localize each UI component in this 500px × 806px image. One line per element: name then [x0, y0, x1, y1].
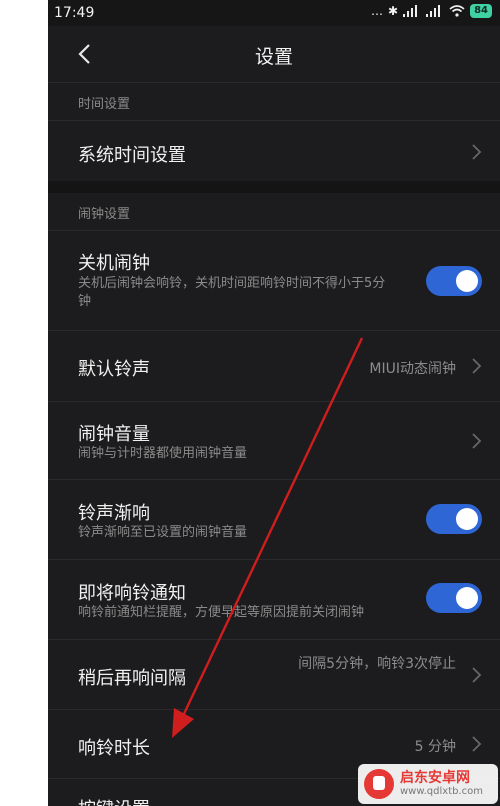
upcoming-notice-label: 即将响铃通知 [78, 583, 186, 604]
chevron-right-icon [472, 667, 482, 683]
poweroff-alarm-toggle[interactable] [426, 266, 482, 296]
default-ringtone-row[interactable]: 默认铃声 MIUI动态闹钟 [48, 331, 500, 401]
ring-duration-value: 5 分钟 [414, 739, 456, 755]
upcoming-notice-toggle[interactable] [426, 583, 482, 613]
signal-dots-icon: … [371, 4, 384, 18]
default-ringtone-value: MIUI动态闹钟 [369, 361, 456, 377]
snooze-interval-value: 间隔5分钟，响铃3次停止 [298, 656, 456, 672]
chevron-right-icon [472, 736, 482, 752]
snooze-interval-label: 稍后再响间隔 [78, 668, 186, 689]
chevron-right-icon [472, 358, 482, 374]
watermark-name: 启东安卓网 [400, 770, 470, 786]
section-alarm-label: 闹钟设置 [78, 207, 131, 222]
chevron-right-icon [472, 144, 482, 160]
bluetooth-icon: ✱ [388, 4, 399, 18]
status-icons: … ✱ 84 [371, 4, 492, 18]
toggle-knob [456, 270, 478, 292]
section-gap [48, 181, 500, 193]
wifi-icon [449, 5, 465, 17]
app-header: 设置 [48, 26, 500, 82]
fade-in-desc: 铃声渐响至已设置的闹钟音量 [78, 525, 248, 540]
chevron-right-icon [472, 433, 482, 449]
fade-in-toggle[interactable] [426, 504, 482, 534]
system-time-label: 系统时间设置 [78, 145, 186, 166]
poweroff-alarm-desc: 关机后闹钟会响铃，关机时间距响铃时间不得小于5分钟 [78, 276, 386, 309]
status-time: 17:49 [54, 5, 95, 21]
poweroff-alarm-label: 关机闹钟 [78, 253, 150, 274]
alarm-volume-row[interactable]: 闹钟音量 闹钟与计时器都使用闹钟音量 [48, 402, 500, 479]
toggle-knob [456, 587, 478, 609]
page-title: 设置 [254, 46, 293, 68]
upcoming-notice-row[interactable]: 即将响铃通知 响铃前通知栏提醒，方便早起等原因提前关闭闹钟 [48, 560, 500, 639]
watermark: 启东安卓网 www.qdlxtb.com [358, 764, 498, 804]
status-bar: 17:49 … ✱ 84 [48, 0, 500, 26]
section-time-label: 时间设置 [78, 97, 131, 112]
fade-in-label: 铃声渐响 [78, 503, 150, 524]
watermark-url: www.qdlxtb.com [400, 786, 483, 797]
alarm-volume-desc: 闹钟与计时器都使用闹钟音量 [78, 446, 248, 461]
header-divider [48, 82, 500, 83]
alarm-volume-label: 闹钟音量 [78, 424, 150, 445]
battery-icon: 84 [470, 4, 492, 18]
default-ringtone-label: 默认铃声 [78, 359, 150, 380]
cell-signal-2-icon [426, 5, 441, 17]
upcoming-notice-desc: 响铃前通知栏提醒，方便早起等原因提前关闭闹钟 [78, 605, 365, 620]
toggle-knob [456, 508, 478, 530]
ring-duration-label: 响铃时长 [78, 738, 150, 759]
button-settings-label: 按键设置 [78, 795, 150, 806]
cell-signal-icon [403, 5, 418, 17]
poweroff-alarm-row[interactable]: 关机闹钟 关机后闹钟会响铃，关机时间距响铃时间不得小于5分钟 [48, 231, 500, 330]
fade-in-row[interactable]: 铃声渐响 铃声渐响至已设置的闹钟音量 [48, 480, 500, 559]
watermark-logo-icon [364, 769, 394, 799]
system-time-row[interactable]: 系统时间设置 [48, 121, 500, 181]
snooze-interval-row[interactable]: 稍后再响间隔 间隔5分钟，响铃3次停止 [48, 640, 500, 709]
phone-screen: 17:49 … ✱ 84 设置 时间设置 系统时间设置 闹钟设置 关机闹钟 关机… [48, 0, 500, 806]
